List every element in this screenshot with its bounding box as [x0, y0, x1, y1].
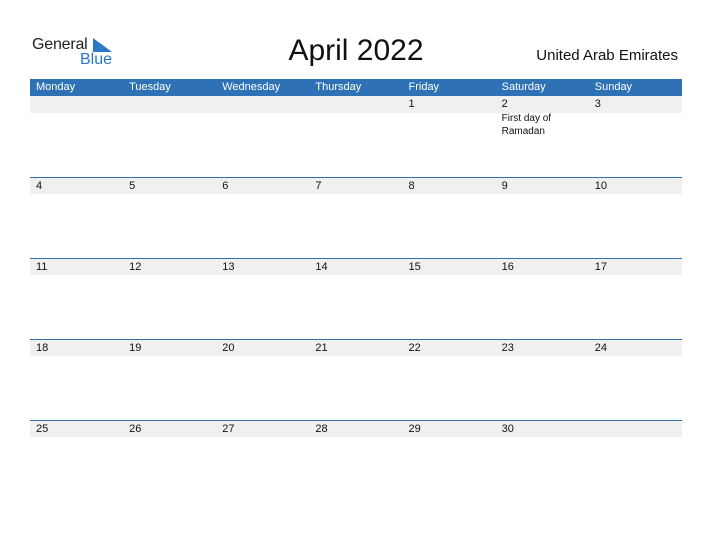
day-cell: 27 [216, 420, 309, 501]
day-cell: 28 [309, 420, 402, 501]
day-number: 17 [594, 261, 607, 273]
day-cell: 25 [30, 420, 123, 501]
day-cell: 29 [403, 420, 496, 501]
day-cell: 8 [403, 177, 496, 258]
day-number: 8 [408, 180, 415, 192]
week-cells: 1 2 First day of Ramadan 3 [30, 96, 682, 177]
holiday-event: First day of Ramadan [501, 113, 552, 137]
day-cell: 12 [123, 258, 216, 339]
day-cell: 14 [309, 258, 402, 339]
day-number: 27 [222, 423, 235, 435]
weekday-header: Monday Tuesday Wednesday Thursday Friday… [30, 79, 682, 96]
day-cell [123, 96, 216, 177]
day-cell: 17 [589, 258, 682, 339]
calendar-grid: Monday Tuesday Wednesday Thursday Friday… [30, 79, 682, 501]
day-number: 6 [222, 180, 229, 192]
weekday-thursday: Thursday [315, 81, 362, 93]
day-cell: 23 [496, 339, 589, 420]
weekday-wednesday: Wednesday [222, 81, 281, 93]
day-number: 11 [36, 261, 48, 273]
day-cell [216, 96, 309, 177]
week-row: 4 5 6 7 8 9 10 [30, 177, 682, 258]
day-cell: 19 [123, 339, 216, 420]
day-cell: 7 [309, 177, 402, 258]
day-cell [309, 96, 402, 177]
week-cells: 18 19 20 21 22 23 24 [30, 339, 682, 420]
weekday-friday: Friday [408, 81, 440, 93]
day-number: 4 [36, 180, 43, 192]
day-cell: 30 [496, 420, 589, 501]
day-number: 26 [129, 423, 142, 435]
day-cell: 5 [123, 177, 216, 258]
day-number: 12 [129, 261, 142, 273]
day-cell: 18 [30, 339, 123, 420]
day-cell: 16 [496, 258, 589, 339]
day-number: 5 [129, 180, 136, 192]
day-cell: 9 [496, 177, 589, 258]
day-number: 14 [315, 261, 328, 273]
day-number: 28 [315, 423, 328, 435]
weekday-tuesday: Tuesday [129, 81, 171, 93]
day-cell: 24 [589, 339, 682, 420]
day-number: 15 [408, 261, 421, 273]
day-cell: 11 [30, 258, 123, 339]
day-cell [30, 96, 123, 177]
day-number: 9 [501, 180, 508, 192]
weekday-saturday: Saturday [501, 81, 546, 93]
day-cell: 3 [589, 96, 682, 177]
week-row: 18 19 20 21 22 23 24 [30, 339, 682, 420]
day-cell: 2 First day of Ramadan [496, 96, 589, 177]
weekday-sunday: Sunday [594, 81, 633, 93]
day-number: 23 [501, 342, 514, 354]
country-label: United Arab Emirates [536, 47, 678, 64]
day-number: 29 [408, 423, 421, 435]
week-cells: 4 5 6 7 8 9 10 [30, 177, 682, 258]
day-number: 1 [408, 98, 415, 110]
day-cell: 4 [30, 177, 123, 258]
day-number: 25 [36, 423, 49, 435]
day-number: 13 [222, 261, 235, 273]
day-cell: 10 [589, 177, 682, 258]
day-cell: 26 [123, 420, 216, 501]
day-number: 3 [594, 98, 601, 110]
day-cell: 20 [216, 339, 309, 420]
week-cells: 25 26 27 28 29 30 [30, 420, 682, 501]
weekday-monday: Monday [36, 81, 76, 93]
day-number: 7 [315, 180, 322, 192]
day-cell: 22 [403, 339, 496, 420]
day-cell: 6 [216, 177, 309, 258]
week-row: 25 26 27 28 29 30 [30, 420, 682, 501]
day-number: 21 [315, 342, 328, 354]
day-number: 10 [594, 180, 607, 192]
day-cell: 13 [216, 258, 309, 339]
day-cell [589, 420, 682, 501]
day-cell: 15 [403, 258, 496, 339]
day-cell: 1 [403, 96, 496, 177]
week-row: 1 2 First day of Ramadan 3 [30, 96, 682, 177]
week-row: 11 12 13 14 15 16 17 [30, 258, 682, 339]
day-number: 19 [129, 342, 142, 354]
day-number: 24 [594, 342, 607, 354]
day-number: 2 [501, 98, 508, 110]
weeks-container: 1 2 First day of Ramadan 3 4 5 6 7 8 9 10 11 12 13 14 1… [30, 96, 682, 501]
day-number: 20 [222, 342, 235, 354]
day-number: 18 [36, 342, 49, 354]
week-cells: 11 12 13 14 15 16 17 [30, 258, 682, 339]
day-number: 22 [408, 342, 421, 354]
day-number: 16 [501, 261, 514, 273]
day-number: 30 [501, 423, 514, 435]
day-cell: 21 [309, 339, 402, 420]
